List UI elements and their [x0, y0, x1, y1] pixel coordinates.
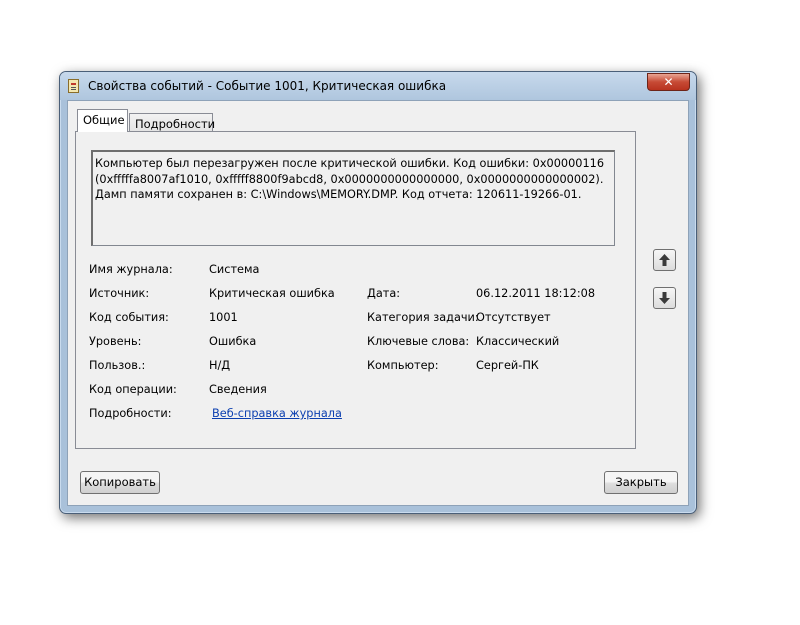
- user-value: Н/Д: [209, 359, 231, 372]
- arrow-down-icon: [659, 292, 670, 304]
- event-id-value: 1001: [209, 311, 238, 324]
- titlebar[interactable]: Свойства событий - Событие 1001, Критиче…: [60, 72, 696, 100]
- keywords-label: Ключевые слова:: [367, 335, 470, 348]
- level-label: Уровень:: [89, 335, 142, 348]
- source-label: Источник:: [89, 287, 150, 300]
- arrow-up-icon: [659, 254, 670, 266]
- window-title: Свойства событий - Событие 1001, Критиче…: [88, 79, 447, 93]
- tab-general[interactable]: Общие: [77, 109, 128, 132]
- log-name-value: Система: [209, 263, 260, 276]
- event-id-label: Код события:: [89, 311, 169, 324]
- user-label: Пользов.:: [89, 359, 146, 372]
- event-description[interactable]: Компьютер был перезагружен после критиче…: [91, 150, 615, 246]
- task-category-label: Категория задачи:: [367, 311, 479, 324]
- event-viewer-icon: [68, 79, 79, 93]
- log-name-label: Имя журнала:: [89, 263, 173, 276]
- tab-details[interactable]: Подробности: [129, 113, 215, 132]
- opcode-value: Сведения: [209, 383, 267, 396]
- details-label: Подробности:: [89, 407, 172, 420]
- previous-event-button[interactable]: [653, 249, 676, 271]
- task-category-value: Отсутствует: [476, 311, 551, 324]
- level-value: Ошибка: [209, 335, 257, 348]
- close-button[interactable]: Закрыть: [604, 471, 678, 494]
- copy-button[interactable]: Копировать: [80, 471, 160, 494]
- date-label: Дата:: [367, 287, 401, 300]
- computer-label: Компьютер:: [367, 359, 439, 372]
- close-window-button[interactable]: ✕: [647, 73, 690, 91]
- next-event-button[interactable]: [653, 287, 676, 309]
- dialog-client-area: Общие Подробности Компьютер был перезагр…: [67, 100, 689, 506]
- opcode-label: Код операции:: [89, 383, 177, 396]
- keywords-value: Классический: [476, 335, 560, 348]
- close-icon: ✕: [663, 75, 674, 89]
- general-tab-panel: Компьютер был перезагружен после критиче…: [75, 131, 636, 449]
- log-help-link[interactable]: Веб-справка журнала: [212, 407, 342, 420]
- date-value: 06.12.2011 18:12:08: [476, 287, 596, 300]
- computer-value: Сергей-ПК: [476, 359, 539, 372]
- event-properties-window: Свойства событий - Событие 1001, Критиче…: [59, 71, 697, 514]
- source-value: Критическая ошибка: [209, 287, 335, 300]
